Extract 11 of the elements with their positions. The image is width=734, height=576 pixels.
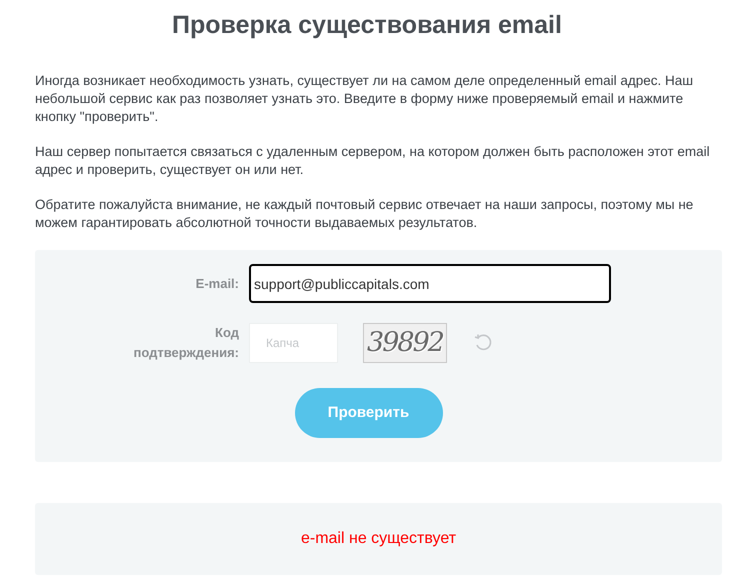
description-paragraph: Обратите пожалуйста внимание, не каждый почтовый сервис отвечает на наши запросы, поэтому мы не можем гарантировать абсолютной точности выдаваемых результатов. (35, 196, 694, 232)
result-message: e-mail не существует (300, 529, 456, 549)
description-paragraph: Иногда возникает необходимость узнать, существует ли на самом деле определенный email адрес. Наш небольшой сервис как раз позволяет узнать это. Введите в форму ниже проверяемый email и нажмите кнопку "проверить". (35, 72, 694, 126)
refresh-icon[interactable] (473, 333, 493, 353)
email-label: E-mail: (194, 274, 240, 293)
page-title: Проверка существования email (171, 10, 563, 41)
captcha-image: 39892 (363, 323, 447, 363)
email-field[interactable]: support@publiccapitals.com (249, 264, 611, 303)
captcha-field[interactable]: Капча (249, 323, 338, 363)
description-paragraph: Наш сервер попытается связаться с удаленным сервером, на котором должен быть расположен этот email адрес и проверить, существует он или нет. (35, 143, 711, 179)
code-label: Код подтверждения: (132, 324, 240, 362)
